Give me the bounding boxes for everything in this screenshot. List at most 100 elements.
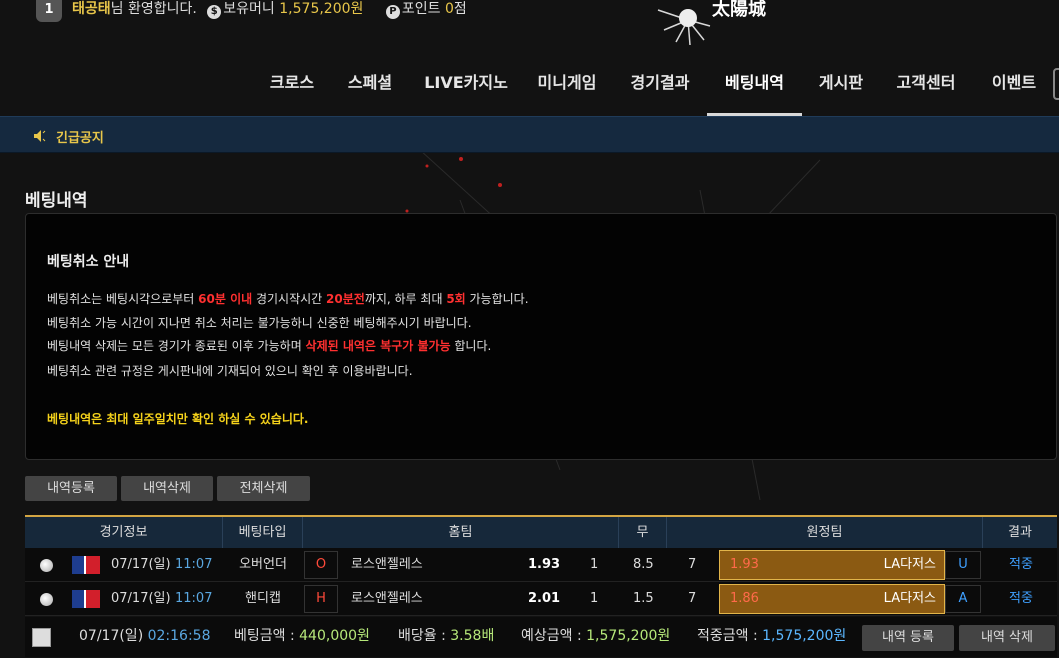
home-selection[interactable]: H [304,585,338,613]
summary-time: 02:16:58 [147,628,211,644]
nav-item-results[interactable]: 경기결과 [628,72,692,116]
delete-history-button[interactable]: 내역삭제 [121,476,213,501]
summary-win: 적중금액 : 1,575,200원 [697,617,846,655]
money-label: 보유머니 [223,1,275,17]
win-value: 1,575,200원 [762,628,847,644]
baseball-icon [40,593,53,606]
nav-item-board[interactable]: 게시판 [816,72,866,116]
away-selected-box[interactable]: 1.86 LA다저스 [719,584,945,614]
col-draw: 무 [619,517,667,548]
info-highlight: 20분전 [326,292,365,306]
nav-item-live-casino[interactable]: LIVE카지노 [424,72,508,116]
summary-date: 07/17(일) 02:16:58 [79,617,211,655]
point-label: 포인트 [401,1,441,17]
nav-more-button[interactable] [1053,68,1059,100]
logo-text[interactable]: 太陽城 [712,0,766,20]
info-line-1: 베팅취소는 베팅시각으로부터 60분 이내 경기시작시간 20분전까지, 하루 … [47,290,529,307]
draw-value: 8.5 [633,557,654,572]
away-team: LA다저스 [883,591,936,606]
home-team: 로스앤젤레스 [351,557,423,572]
bet-amount-label: 베팅금액 : [234,628,300,644]
result-status: 적중 [1009,591,1033,606]
nav-item-cross[interactable]: 크로스 [267,72,317,116]
top-bar: 1 태공태님 환영합니다. $ 보유머니 1,575,200원 P 포인트 0점 太… [0,0,1059,46]
info-line-3: 베팅내역 삭제는 모든 경기가 종료된 이후 가능하며 삭제된 내역은 복구가 … [47,337,491,354]
info-notice-yellow: 베팅내역은 최대 일주일치만 확인 하실 수 있습니다. [47,412,309,426]
money-value: 1,575,200원 [279,1,364,17]
away-team: LA다저스 [883,557,936,572]
nav-item-minigame[interactable]: 미니게임 [535,72,599,116]
welcome-suffix: 님 환영합니다. [110,1,197,17]
welcome-text: 태공태님 환영합니다. $ 보유머니 1,575,200원 P 포인트 0점 [72,0,467,19]
draw-number: 7 [688,591,697,606]
table-row[interactable]: 07/17(일) 11:07 오버언더 O 로스앤젤레스 1.93 1 8.5 … [25,548,1057,582]
draw-value: 1.5 [633,591,654,606]
expected-label: 예상금액 : [521,628,587,644]
summary-rate: 배당율 : 3.58배 [398,617,494,655]
info-line-2: 베팅취소 가능 시간이 지나면 취소 처리는 불가능하니 신중한 베팅해주시기 … [47,316,472,330]
col-home-team: 홈팀 [303,517,619,548]
bet-amount-value: 440,000원 [299,628,370,644]
bet-summary: 07/17(일) 02:16:58 베팅금액 : 440,000원 배당율 : … [25,617,1057,657]
col-away-team: 원정팀 [667,517,983,548]
rate-value: 3.58배 [450,628,495,644]
match-date: 07/17(일) [111,591,171,606]
info-box: 베팅취소 안내 베팅취소는 베팅시각으로부터 60분 이내 경기시작시간 20분… [25,213,1057,460]
summary-delete-button[interactable]: 내역 삭제 [959,625,1055,651]
notice-label[interactable]: 긴급공지 [56,127,104,146]
point-icon: P [385,5,400,19]
rate-label: 배당율 : [398,628,451,644]
baseball-icon [40,559,53,572]
away-selection[interactable]: A [945,585,981,613]
info-text: 베팅내역 삭제는 모든 경기가 종료된 이후 가능하며 [47,339,306,353]
result-status: 적중 [1009,557,1033,572]
mlb-flag-icon [72,556,100,574]
bet-type: 핸디캡 [245,591,281,606]
away-selected-box[interactable]: 1.93 LA다저스 [719,550,945,580]
home-value: 1 [590,591,599,606]
home-odds: 1.93 [528,557,561,572]
draw-number: 7 [688,557,697,572]
home-selection[interactable]: O [304,551,338,579]
select-checkbox[interactable] [32,628,51,647]
info-text: 합니다. [450,339,492,353]
table-header: 경기정보 베팅타입 홈팀 무 원정팀 결과 [25,515,1057,548]
summary-bet-amount: 베팅금액 : 440,000원 [234,617,370,655]
username[interactable]: 태공태 [72,1,111,17]
main-nav: 크로스 스페셜 LIVE카지노 미니게임 경기결과 베팅내역 게시판 고객센터 … [0,62,1059,116]
nav-item-support[interactable]: 고객센터 [894,72,958,116]
away-selection[interactable]: U [945,551,981,579]
point-unit: 점 [453,1,467,17]
away-odds: 1.93 [730,557,759,572]
table-row[interactable]: 07/17(일) 11:07 핸디캡 H 로스앤젤레스 2.01 1 1.5 7… [25,582,1057,616]
home-team: 로스앤젤레스 [351,591,423,606]
info-text: 까지, 하루 최대 [364,292,447,306]
expected-value: 1,575,200원 [586,628,671,644]
col-result: 결과 [1008,525,1032,540]
page-title: 베팅내역 [25,191,88,211]
match-date: 07/17(일) [111,557,171,572]
info-text: 가능합니다. [465,292,529,306]
info-line-4: 베팅취소 관련 규정은 게시판내에 기재되어 있으니 확인 후 이용바랍니다. [47,364,413,378]
col-bet-type: 베팅타입 [223,517,303,548]
mlb-flag-icon [72,590,100,608]
register-history-button[interactable]: 내역등록 [25,476,117,501]
money-icon: $ [207,5,222,19]
info-highlight: 5회 [446,292,466,306]
summary-date-value: 07/17(일) [79,628,144,644]
info-title: 베팅취소 안내 [47,254,130,270]
away-odds: 1.86 [730,591,759,606]
nav-item-bet-history[interactable]: 베팅내역 [707,72,802,116]
level-badge-icon: 1 [36,0,62,22]
point-value: 0 [444,1,454,17]
info-highlight: 60분 이내 [198,292,253,306]
info-highlight: 삭제된 내역은 복구가 불가능 [305,339,451,353]
win-label: 적중금액 : [697,628,763,644]
summary-expected: 예상금액 : 1,575,200원 [521,617,670,655]
nav-item-special[interactable]: 스페셜 [345,72,395,116]
summary-register-button[interactable]: 내역 등록 [862,625,954,651]
delete-all-button[interactable]: 전체삭제 [217,476,310,501]
nav-item-event[interactable]: 이벤트 [989,72,1039,116]
match-time: 11:07 [175,591,213,606]
home-odds: 2.01 [528,591,561,606]
